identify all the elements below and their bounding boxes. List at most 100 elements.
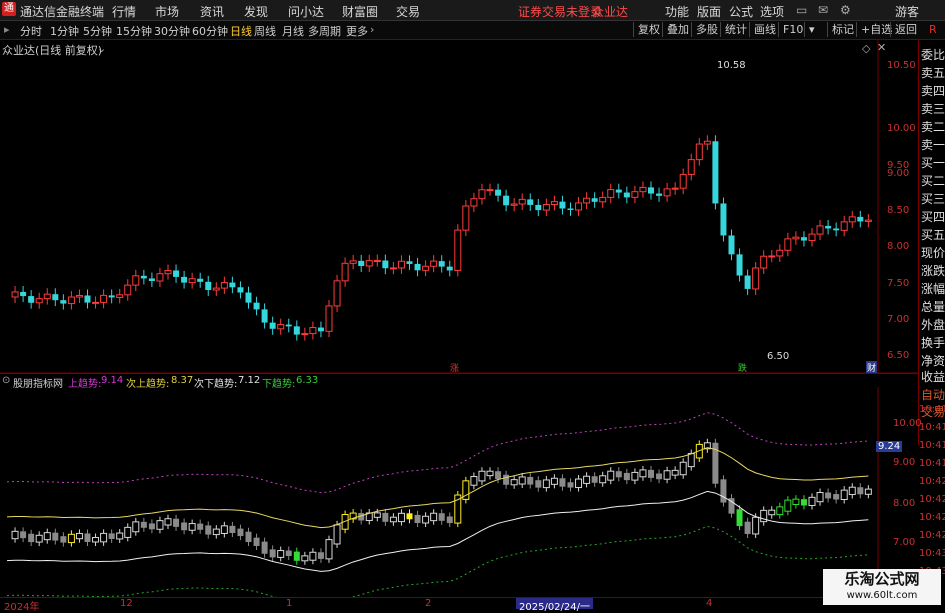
candle-body	[648, 469, 654, 478]
tab-30min[interactable]: 30分钟	[154, 23, 190, 39]
back-button[interactable]: 返回	[890, 22, 921, 37]
candle-body	[486, 189, 494, 192]
candle-body	[800, 237, 807, 241]
panel-item[interactable]: 涨幅	[921, 280, 945, 297]
menu-fortune[interactable]: 财富圈	[342, 3, 378, 20]
panel-item[interactable]: 现价	[921, 244, 945, 261]
menu-function[interactable]: 功能	[665, 3, 689, 20]
current-stock: 众业达	[592, 5, 629, 19]
message-icon[interactable]: ✉	[818, 3, 828, 17]
candle-body	[503, 195, 510, 206]
draw-line-button[interactable]: 画线	[749, 22, 780, 37]
user-label[interactable]: 游客	[895, 3, 919, 20]
menu-news[interactable]: 资讯	[200, 3, 224, 20]
indicator-candles	[11, 438, 872, 565]
dropdown-icon[interactable]: ⌄	[97, 42, 106, 55]
window-icon[interactable]: ▭	[796, 3, 807, 17]
tab-more[interactable]: 更多	[346, 23, 368, 39]
candle-body	[833, 494, 840, 500]
tab-5min[interactable]: 5分钟	[83, 23, 112, 39]
indicator-name[interactable]: 股朋指标网	[13, 375, 63, 390]
candle-body	[156, 520, 164, 530]
tab-60min[interactable]: 60分钟	[192, 23, 228, 39]
candle-body	[253, 302, 260, 310]
candle-body	[52, 532, 59, 541]
panel-item[interactable]: 买二	[921, 172, 945, 189]
candle-body	[181, 276, 188, 283]
f10-button[interactable]: F10	[778, 22, 807, 37]
xtick: 4	[706, 598, 713, 609]
restore-rights-button[interactable]: 复权	[633, 22, 664, 37]
panel-item[interactable]: 外盘	[921, 316, 945, 333]
candle-body	[631, 191, 639, 198]
panel-item[interactable]: 买五	[921, 226, 945, 243]
ytick: 7.50	[887, 278, 910, 289]
candle-body	[864, 219, 872, 222]
candle-body	[430, 512, 438, 522]
candle-body	[792, 498, 800, 506]
menu-options[interactable]: 选项	[760, 3, 784, 20]
panel-item[interactable]: 总量	[921, 298, 945, 315]
tab-intraday[interactable]: 分时	[20, 23, 42, 39]
candle-body	[75, 532, 83, 540]
candle-body	[792, 236, 800, 240]
panel-item[interactable]: 卖二	[921, 118, 945, 135]
candle-body	[20, 531, 27, 539]
panel-item[interactable]: 卖五	[921, 64, 945, 81]
tab-daily[interactable]: 日线	[230, 23, 252, 39]
panel-item[interactable]: 买三	[921, 190, 945, 207]
tab-multi-period[interactable]: 多周期	[308, 23, 341, 39]
tab-monthly[interactable]: 月线	[282, 23, 304, 39]
multi-stock-button[interactable]: 多股	[691, 22, 722, 37]
close-chart-icon[interactable]: ✕	[877, 41, 886, 54]
candle-body	[848, 216, 856, 223]
panel-item[interactable]: 卖四	[921, 82, 945, 99]
toolbar-arrow-icon[interactable]: ▸	[4, 23, 10, 36]
panel-item[interactable]: 买一	[921, 154, 945, 171]
candlestick-chart[interactable]	[0, 40, 918, 597]
app-name: 通达信金融终端	[20, 5, 105, 19]
panel-item[interactable]: 买四	[921, 208, 945, 225]
menu-market[interactable]: 行情	[112, 3, 136, 20]
panel-item[interactable]: 涨跌	[921, 262, 945, 279]
menu-formula[interactable]: 公式	[729, 3, 753, 20]
time-tick: 10:41	[919, 422, 945, 433]
candle-body	[542, 479, 550, 489]
mark-button[interactable]: 标记	[827, 22, 858, 37]
menu-layout[interactable]: 版面	[697, 3, 721, 20]
chevron-right-icon[interactable]: ›	[370, 23, 374, 36]
tab-1min[interactable]: 1分钟	[50, 23, 79, 39]
panel-item[interactable]: 收益	[921, 368, 945, 385]
candle-body	[309, 327, 317, 335]
settings-icon[interactable]: ⊙	[2, 375, 10, 386]
candle-body	[728, 235, 735, 255]
candle-body	[736, 509, 743, 527]
auto-button[interactable]: 自动	[921, 386, 945, 403]
login-notice[interactable]: 证券交易未登录	[518, 3, 602, 20]
candle-body	[470, 198, 478, 207]
menu-discover[interactable]: 发现	[244, 3, 268, 20]
candle-body	[197, 278, 204, 282]
panel-item[interactable]: 净资	[921, 352, 945, 369]
bookmark-icon[interactable]: ▾	[804, 22, 819, 37]
candle-body	[317, 552, 324, 559]
candle-body	[784, 499, 792, 512]
panel-item[interactable]: 换手	[921, 334, 945, 351]
tab-15min[interactable]: 15分钟	[116, 23, 152, 39]
settings-diamond-icon[interactable]: ◇	[862, 42, 870, 55]
menu-trade[interactable]: 交易	[396, 3, 420, 20]
panel-item[interactable]: 卖一	[921, 136, 945, 153]
trade-side-panel: 自动 交易	[918, 385, 945, 445]
panel-item[interactable]: 委比	[921, 46, 945, 63]
tab-weekly[interactable]: 周线	[254, 23, 276, 39]
candle-body	[430, 260, 438, 267]
overlay-button[interactable]: 叠加	[662, 22, 693, 37]
gear-icon[interactable]: ⚙	[840, 3, 851, 17]
menu-markets[interactable]: 市场	[155, 3, 179, 20]
candle-body	[301, 333, 309, 336]
panel-item[interactable]: 卖三	[921, 100, 945, 117]
candle-body	[542, 204, 550, 211]
menu-assistant[interactable]: 问小达	[288, 3, 324, 20]
candle-body	[132, 275, 140, 286]
statistics-button[interactable]: 统计	[720, 22, 751, 37]
